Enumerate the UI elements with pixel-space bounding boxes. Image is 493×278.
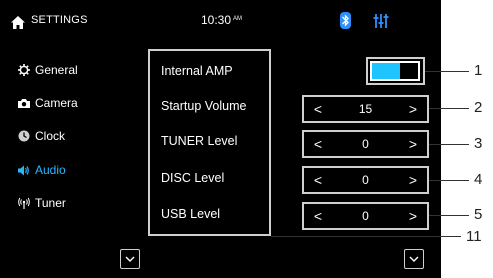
disc-level-stepper: < 0 > [302,166,429,194]
sidebar-item-label: Clock [35,129,66,143]
callout-line-1 [425,71,469,72]
callout-line-2 [429,108,469,109]
settings-scroll-down-button[interactable] [404,249,424,269]
toggle-on-indicator [372,63,400,79]
tuner-level-increase-button[interactable]: > [405,136,421,152]
tuner-level-stepper: < 0 > [302,130,429,158]
disc-level-value: 0 [362,173,369,187]
sidebar-item-camera[interactable]: Camera [18,94,78,112]
callout-line-4 [429,180,469,181]
disc-level-decrease-button[interactable]: < [310,172,326,188]
callout-line-3 [429,144,469,145]
tuner-level-decrease-button[interactable]: < [310,136,326,152]
startup-volume-label: Startup Volume [161,99,247,113]
internal-amp-label: Internal AMP [161,64,233,78]
sidebar-item-label: Camera [35,96,78,110]
chevron-down-icon [125,256,135,262]
callout-number-2: 2 [474,99,483,116]
disc-level-increase-button[interactable]: > [405,172,421,188]
clock-time: 10:30 [201,13,232,27]
sidebar-item-label: Audio [35,163,66,177]
clock-icon [18,130,30,142]
sidebar-item-general[interactable]: General [18,61,78,79]
bluetooth-icon [340,12,351,29]
usb-level-value: 0 [362,209,369,223]
tuner-level-label: TUNER Level [161,134,238,148]
antenna-icon [18,197,30,209]
sidebar-scroll-down-button[interactable] [120,249,140,269]
equalizer-icon[interactable] [373,13,389,29]
sidebar-item-audio[interactable]: Audio [18,161,66,179]
startup-volume-value: 15 [358,102,373,116]
clock: 10:30 AM [201,13,242,27]
gear-icon [18,64,30,76]
callout-line-5 [429,215,469,216]
callout-number-5: 5 [474,206,483,223]
startup-volume-decrease-button[interactable]: < [310,101,326,117]
camera-icon [18,97,30,109]
disc-level-label: DISC Level [161,171,225,185]
usb-level-decrease-button[interactable]: < [310,208,326,224]
chevron-down-icon [409,256,419,262]
status-bar: SETTINGS 10:30 AM [0,0,441,44]
callout-number-4: 4 [474,171,483,188]
callout-number-3: 3 [474,135,483,152]
sidebar-item-label: General [35,63,78,77]
sidebar-item-tuner[interactable]: Tuner [18,194,66,212]
status-title: SETTINGS [31,14,88,26]
callout-number-11: 11 [466,228,482,245]
usb-level-stepper: < 0 > [302,202,429,230]
usb-level-label: USB Level [161,207,221,221]
usb-level-increase-button[interactable]: > [405,208,421,224]
home-icon[interactable] [11,16,25,29]
callout-number-1: 1 [474,62,483,79]
internal-amp-toggle[interactable] [370,61,420,81]
tuner-level-value: 0 [362,137,369,151]
clock-ampm: AM [233,16,243,22]
callout-line-11 [271,236,461,237]
startup-volume-increase-button[interactable]: > [405,101,421,117]
sidebar-item-clock[interactable]: Clock [18,127,65,145]
sidebar-item-label: Tuner [35,196,66,210]
startup-volume-stepper: < 15 > [302,95,429,123]
speaker-icon [18,164,30,176]
